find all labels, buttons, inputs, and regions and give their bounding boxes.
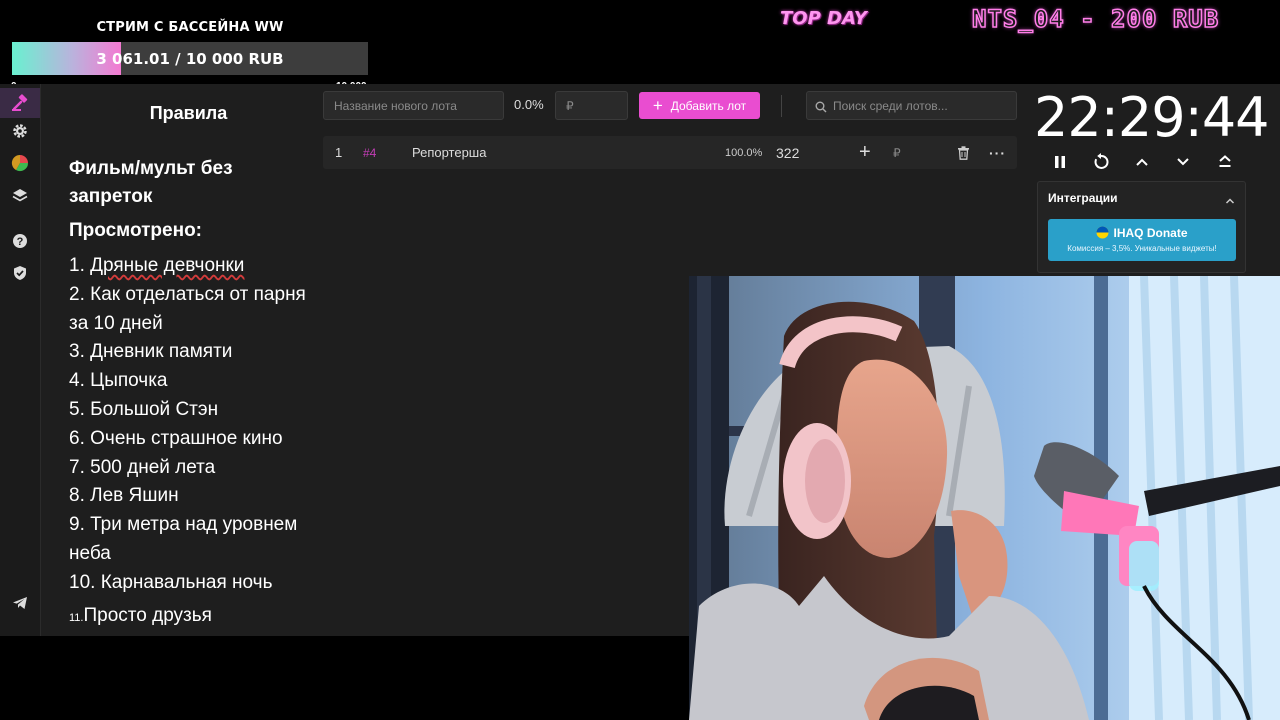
search-input[interactable] [807,92,1016,119]
list-item: 9. Три метра над уровнем неба [69,514,298,564]
rules-watched-label: Просмотрено: [69,220,203,241]
new-lot-name-input[interactable] [323,91,504,120]
reset-icon[interactable] [1090,151,1112,173]
countdown-timer: 22:29:44 [1034,86,1270,149]
new-lot-amount-input[interactable] [555,91,628,120]
goal-progress-text: 3 061.01 / 10 000 RUB [96,49,284,68]
add-lot-label: Добавить лот [670,98,747,113]
list-item: 3. Дневник памяти [69,341,233,363]
lot-percent: 100.0% [725,146,763,159]
ukraine-heart-icon [1096,226,1109,242]
telegram-icon[interactable] [10,593,30,613]
list-item: 1. Дряные девчонки [69,255,245,276]
list-item: 10. Карнавальная ночь [69,571,273,593]
list-item: 5. Большой Стэн [69,398,219,420]
plus-icon: + [652,95,663,115]
pie-chart-icon[interactable] [10,153,30,173]
goal-progress-bar: 3 061.01 / 10 000 RUB [12,42,368,75]
sidebar: ? [0,84,41,636]
ihaq-donate-subtitle: Комиссия – 3,5%. Уникальные виджеты! [1067,244,1217,253]
toolbar-divider [781,95,782,117]
layers-icon[interactable] [10,185,30,205]
lot-name: Репортерша [412,145,487,160]
add-amount-plus-icon[interactable]: + [859,136,871,169]
webcam-feed [689,276,1280,720]
lot-row[interactable]: 1 #4 Репортерша 100.0% 322 + ₽ ··· [323,136,1017,169]
chevron-down-icon[interactable] [1172,151,1194,173]
top-day-label: TOP DAY [780,8,867,29]
list-item: 11.Просто друзья [69,604,212,626]
svg-text:?: ? [17,236,24,248]
new-lot-name-field[interactable] [324,92,503,119]
pause-icon[interactable] [1049,151,1071,173]
search-icon [815,100,827,118]
add-lot-button[interactable]: + Добавить лот [639,92,760,119]
shield-check-icon[interactable] [10,263,30,283]
gear-icon[interactable] [10,121,30,141]
more-options-icon[interactable]: ··· [989,136,1006,169]
rules-watched-list: 1. Дряные девчонки 2. Как отделаться от … [69,252,309,632]
collapse-chevron-icon[interactable] [1225,192,1235,210]
new-lot-percent: 0.0% [514,97,544,112]
top-donor-label: NTS_04 - 200 RUB [971,4,1220,34]
new-lot-amount-field[interactable] [556,92,627,119]
list-item: 4. Цыпочка [69,370,168,392]
ihaq-donate-label: IHAQ Donate [1048,226,1236,242]
rules-heading: Правила [149,103,228,123]
rules-subtitle: Фильм/мульт без запреток [69,158,233,207]
lot-id-badge: #4 [363,145,377,160]
auction-hammer-icon[interactable] [0,88,40,118]
lot-index: 1 [335,145,343,160]
list-item: 7. 500 дней лета [69,456,216,478]
list-item: 8. Лев Яшин [69,485,179,507]
list-item: 2. Как отделаться от парня за 10 дней [69,283,306,334]
list-item: 6. Очень страшное кино [69,427,283,449]
trash-icon[interactable] [957,136,970,169]
integrations-title: Интеграции [1048,191,1118,205]
help-icon[interactable]: ? [10,231,30,251]
lot-currency[interactable]: ₽ [893,136,901,169]
lot-search[interactable] [806,91,1017,120]
lot-amount: 322 [776,144,800,161]
goal-title: СТРИМ С БАССЕЙНА WW [96,20,284,35]
chevron-up-icon[interactable] [1131,151,1153,173]
double-chevron-up-icon[interactable] [1214,151,1236,173]
